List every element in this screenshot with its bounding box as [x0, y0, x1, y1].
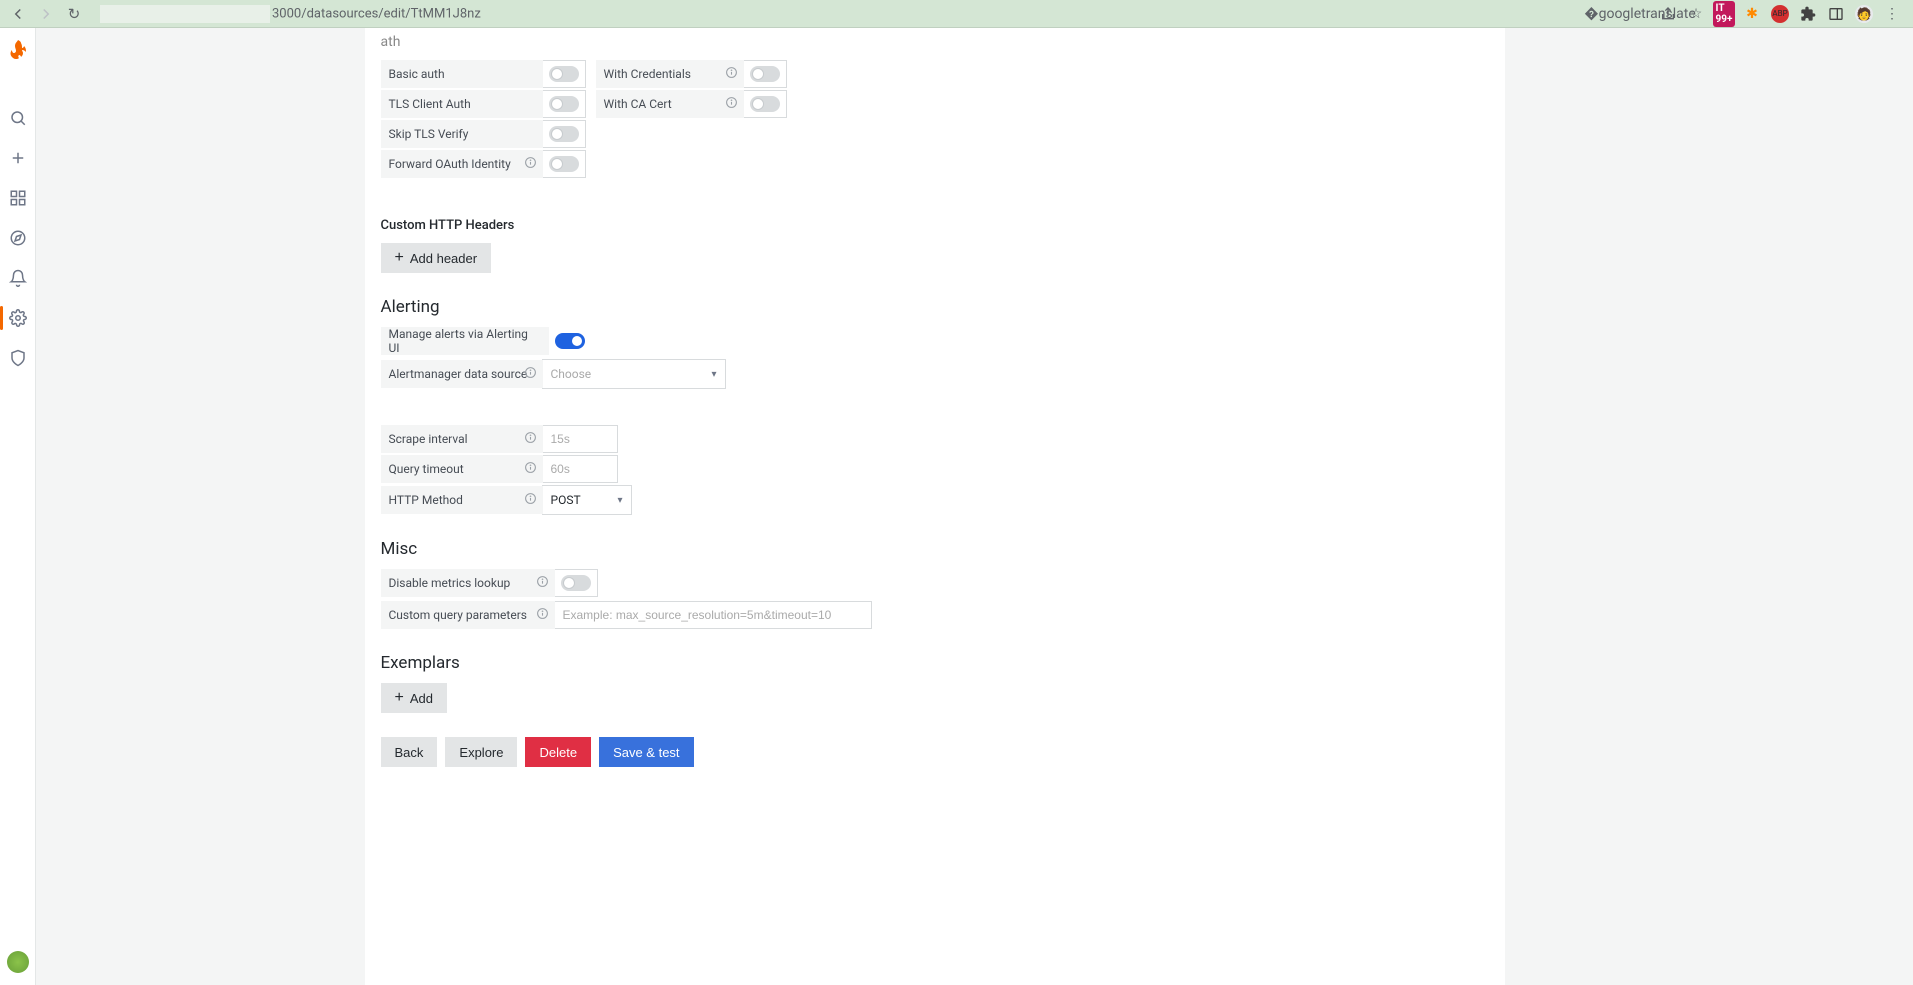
app-sidebar	[0, 28, 36, 985]
delete-button[interactable]: Delete	[525, 737, 591, 767]
extensions-puzzle-icon[interactable]	[1799, 5, 1817, 23]
back-button[interactable]: Back	[381, 737, 438, 767]
datasource-settings-form: ath Basic auth With Credentials TLS Clie…	[365, 28, 1505, 985]
chevron-down-icon: ▾	[617, 495, 622, 506]
query-timeout-input[interactable]	[542, 455, 618, 483]
browser-reload-button[interactable]: ↻	[64, 4, 84, 24]
kebab-menu-icon[interactable]: ⋮	[1883, 5, 1901, 23]
tls-client-auth-toggle[interactable]	[549, 96, 579, 112]
custom-headers-heading: Custom HTTP Headers	[381, 218, 1489, 233]
sidebar-alerting-icon[interactable]	[0, 260, 36, 296]
browser-back-button[interactable]	[8, 4, 28, 24]
custom-query-params-input[interactable]	[554, 601, 872, 629]
info-icon[interactable]	[725, 66, 738, 82]
info-icon[interactable]	[725, 96, 738, 112]
extension-badge-1[interactable]: IT99+	[1715, 5, 1733, 23]
adblock-icon[interactable]: ABP	[1771, 5, 1789, 23]
scrape-interval-input[interactable]	[542, 425, 618, 453]
add-header-label: Add header	[410, 251, 477, 266]
info-icon[interactable]	[524, 431, 537, 447]
explore-button[interactable]: Explore	[445, 737, 517, 767]
skip-tls-verify-label: Skip TLS Verify	[381, 120, 543, 148]
browser-url-bar[interactable]: 3000/datasources/edit/TtMM1J8nz	[92, 5, 1623, 23]
chevron-down-icon: ▾	[711, 369, 716, 380]
info-icon[interactable]	[524, 492, 537, 508]
add-exemplar-label: Add	[410, 691, 433, 706]
manage-alerts-label: Manage alerts via Alerting UI	[381, 327, 549, 355]
disable-metrics-label: Disable metrics lookup	[381, 569, 555, 597]
grafana-logo-icon[interactable]	[6, 38, 30, 62]
with-credentials-label: With Credentials	[596, 60, 744, 88]
alertmanager-ds-placeholder: Choose	[551, 367, 592, 381]
query-timeout-label: Query timeout	[381, 455, 543, 483]
with-ca-cert-label: With CA Cert	[596, 90, 744, 118]
custom-query-params-label: Custom query parameters	[381, 601, 555, 629]
alerting-heading: Alerting	[381, 297, 1489, 317]
info-icon[interactable]	[536, 607, 549, 623]
info-icon[interactable]	[536, 575, 549, 591]
translate-icon[interactable]: �googletranslate	[1631, 5, 1649, 23]
http-method-select[interactable]: POST ▾	[542, 485, 632, 515]
bookmark-star-icon[interactable]: ☆	[1687, 5, 1705, 23]
save-test-button[interactable]: Save & test	[599, 737, 693, 767]
plus-icon: +	[395, 690, 404, 706]
sidebar-create-icon[interactable]	[0, 140, 36, 176]
browser-forward-button[interactable]	[36, 4, 56, 24]
misc-heading: Misc	[381, 539, 1489, 559]
http-method-value: POST	[551, 493, 581, 507]
exemplars-heading: Exemplars	[381, 653, 1489, 673]
scrape-interval-label: Scrape interval	[381, 425, 543, 453]
http-method-label: HTTP Method	[381, 486, 543, 514]
sidebar-admin-icon[interactable]	[0, 340, 36, 376]
alertmanager-ds-label: Alertmanager data source	[381, 360, 543, 388]
add-header-button[interactable]: + Add header	[381, 243, 492, 273]
add-exemplar-button[interactable]: + Add	[381, 683, 447, 713]
auth-section-heading-cut: ath	[381, 34, 1489, 50]
browser-chrome: ↻ 3000/datasources/edit/TtMM1J8nz �googl…	[0, 0, 1913, 28]
sidebar-configuration-icon[interactable]	[0, 300, 36, 336]
sidepanel-icon[interactable]	[1827, 5, 1845, 23]
info-icon[interactable]	[524, 461, 537, 477]
forward-oauth-label: Forward OAuth Identity	[381, 150, 543, 178]
disable-metrics-toggle[interactable]	[561, 575, 591, 591]
sidebar-explore-icon[interactable]	[0, 220, 36, 256]
info-icon[interactable]	[524, 156, 537, 172]
with-credentials-toggle[interactable]	[750, 66, 780, 82]
alertmanager-ds-select[interactable]: Choose ▾	[542, 359, 726, 389]
share-icon[interactable]	[1659, 5, 1677, 23]
info-icon[interactable]	[524, 366, 537, 382]
footer-button-row: Back Explore Delete Save & test	[381, 737, 1489, 767]
url-obscured-part	[100, 5, 270, 23]
basic-auth-toggle[interactable]	[549, 66, 579, 82]
browser-extension-tray: �googletranslate ☆ IT99+ ✱ ABP 🧑 ⋮	[1631, 5, 1905, 23]
profile-avatar-icon[interactable]: 🧑	[1855, 5, 1873, 23]
forward-oauth-toggle[interactable]	[549, 156, 579, 172]
with-ca-cert-toggle[interactable]	[750, 96, 780, 112]
sidebar-search-icon[interactable]	[0, 100, 36, 136]
basic-auth-label: Basic auth	[381, 60, 543, 88]
extension-badge-2[interactable]: ✱	[1743, 5, 1761, 23]
manage-alerts-toggle[interactable]	[555, 333, 585, 349]
sidebar-dashboards-icon[interactable]	[0, 180, 36, 216]
url-visible-text: 3000/datasources/edit/TtMM1J8nz	[272, 6, 481, 21]
skip-tls-verify-toggle[interactable]	[549, 126, 579, 142]
tls-client-auth-label: TLS Client Auth	[381, 90, 543, 118]
sidebar-user-avatar[interactable]	[7, 951, 29, 973]
plus-icon: +	[395, 250, 404, 266]
